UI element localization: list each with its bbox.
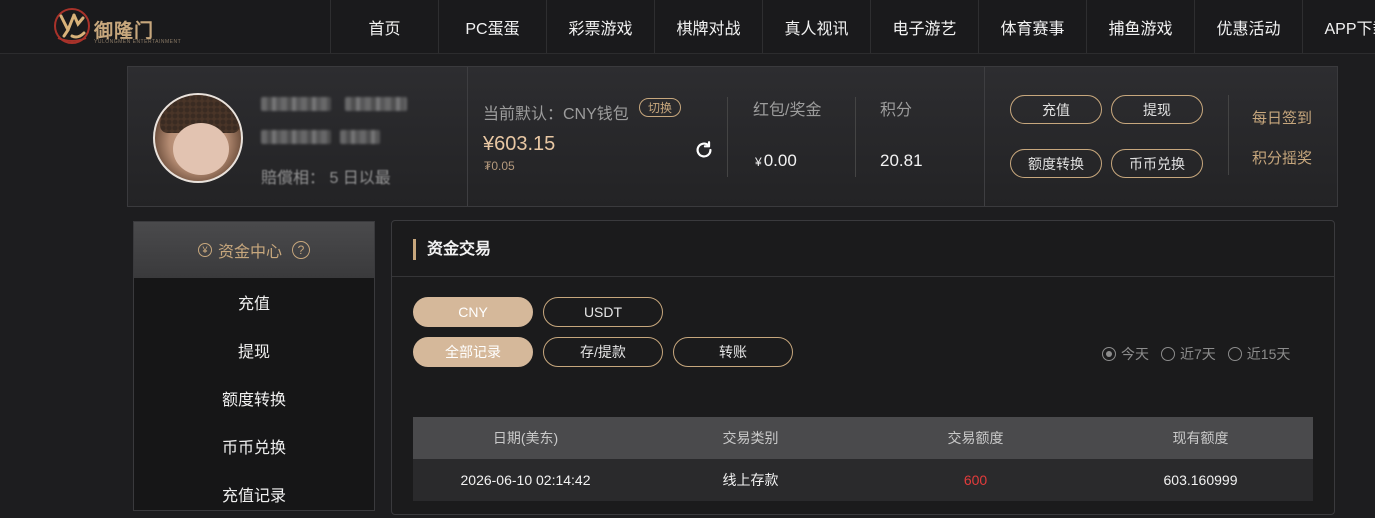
range-15-days-label: 近15天 xyxy=(1246,346,1291,362)
nav-live[interactable]: 真人视讯 xyxy=(762,0,870,53)
sidebar-item-coin-exchange[interactable]: 币币兑换 xyxy=(134,422,374,470)
sidebar: ¥ 资金中心 ? 充值 提现 额度转换 币币兑换 充值记录 xyxy=(133,221,375,511)
points-lottery-link[interactable]: 积分摇奖 xyxy=(1252,147,1312,168)
panel-title: 资金交易 xyxy=(413,239,491,260)
wallet-switch-button[interactable]: 切换 xyxy=(639,98,681,117)
cell-amount: 600 xyxy=(963,472,988,488)
logo-dragon-icon xyxy=(54,8,90,44)
daily-checkin-link[interactable]: 每日签到 xyxy=(1252,107,1312,128)
top-navbar: 御隆门 YULONGMEN ENTERTAINMENT 首页 PC蛋蛋 彩票游戏… xyxy=(0,0,1375,54)
coin-icon: ¥ xyxy=(197,243,212,257)
user-level-value-blurred xyxy=(340,130,380,144)
tab-usdt[interactable]: USDT xyxy=(543,297,663,327)
user-level-blurred xyxy=(261,130,331,144)
header-type: 交易类别 xyxy=(722,430,779,446)
bonus-value: ¥0.00 xyxy=(755,151,797,171)
sidebar-title: 资金中心 xyxy=(217,244,282,261)
header-date: 日期(美东) xyxy=(492,430,559,446)
radio-checked-icon xyxy=(1102,347,1116,361)
points-label: 积分 xyxy=(880,102,913,119)
main-nav: 首页 PC蛋蛋 彩票游戏 棋牌对战 真人视讯 电子游艺 体育赛事 捕鱼游戏 优惠… xyxy=(330,0,1375,53)
refresh-icon[interactable] xyxy=(693,139,715,161)
actions-divider xyxy=(984,67,985,206)
table-header: 日期(美东) 交易类别 交易额度 现有额度 xyxy=(413,417,1313,459)
header-amount: 交易额度 xyxy=(947,430,1004,446)
transactions-table: 日期(美东) 交易类别 交易额度 现有额度 2026-06-10 02:14:4… xyxy=(413,417,1313,501)
nav-lottery[interactable]: 彩票游戏 xyxy=(546,0,654,53)
range-today-label: 今天 xyxy=(1121,346,1149,362)
sidebar-item-withdraw[interactable]: 提现 xyxy=(134,326,374,374)
bonus-amount: 0.00 xyxy=(763,151,797,170)
cell-balance: 603.160999 xyxy=(1163,472,1238,488)
deposit-button[interactable]: 充值 xyxy=(1010,95,1102,124)
wallet-usdt-balance: ₮0.05 xyxy=(484,159,515,173)
nav-sports[interactable]: 体育赛事 xyxy=(978,0,1086,53)
help-icon[interactable]: ? xyxy=(292,241,310,259)
username-blurred xyxy=(261,97,331,111)
tab-cny[interactable]: CNY xyxy=(413,297,533,327)
nav-app-download[interactable]: APP下载 xyxy=(1302,0,1375,53)
avatar-face xyxy=(173,123,229,175)
bonus-label: 红包/奖金 xyxy=(753,102,822,119)
tab-transfer[interactable]: 转账 xyxy=(673,337,793,367)
stat-divider-2 xyxy=(855,97,856,177)
nav-fishing[interactable]: 捕鱼游戏 xyxy=(1086,0,1194,53)
profile-card: 賠償相： 5 日以最 当前默认：CNY钱包 切换 ¥603.15 ₮0.05 红… xyxy=(127,66,1338,207)
stat-divider-1 xyxy=(727,97,728,177)
links-divider xyxy=(1228,95,1229,175)
nav-home[interactable]: 首页 xyxy=(330,0,438,53)
tab-all-records[interactable]: 全部记录 xyxy=(413,337,533,367)
logo-subtitle: YULONGMEN ENTERTAINMENT xyxy=(94,39,182,45)
range-7-days-label: 近7天 xyxy=(1180,346,1216,362)
username-value-blurred xyxy=(345,97,407,111)
panel-title-divider xyxy=(392,276,1334,277)
sidebar-item-deposit[interactable]: 充值 xyxy=(134,278,374,326)
table-row[interactable]: 2026-06-10 02:14:42 线上存款 600 603.160999 xyxy=(413,459,1313,501)
coin-exchange-button[interactable]: 币币兑换 xyxy=(1111,149,1203,178)
sidebar-header: ¥ 资金中心 ? xyxy=(134,222,374,278)
site-logo[interactable]: 御隆门 YULONGMEN ENTERTAINMENT xyxy=(52,6,181,46)
cell-type: 线上存款 xyxy=(722,472,779,488)
avatar[interactable] xyxy=(153,93,243,183)
bonus-currency: ¥ xyxy=(755,155,762,169)
sidebar-item-transfer[interactable]: 额度转换 xyxy=(134,374,374,422)
nav-chess[interactable]: 棋牌对战 xyxy=(654,0,762,53)
range-15-days[interactable]: 近15天 xyxy=(1227,344,1291,364)
range-today[interactable]: 今天 xyxy=(1102,344,1149,364)
cell-date: 2026-06-10 02:14:42 xyxy=(460,472,591,488)
header-balance: 现有额度 xyxy=(1172,430,1229,446)
wallet-label: 当前默认：CNY钱包 xyxy=(483,106,629,123)
user-info-line: 賠償相： 5 日以最 xyxy=(261,170,391,187)
withdraw-button[interactable]: 提现 xyxy=(1111,95,1203,124)
funds-panel: 资金交易 CNY USDT 全部记录 存/提款 转账 今天 近7天 近15天 日… xyxy=(391,220,1335,515)
sidebar-item-deposit-records[interactable]: 充值记录 xyxy=(134,470,374,518)
tab-deposit-withdraw[interactable]: 存/提款 xyxy=(543,337,663,367)
profile-divider xyxy=(467,67,468,206)
points-value: 20.81 xyxy=(880,151,923,170)
date-range-filter: 今天 近7天 近15天 xyxy=(1102,344,1290,364)
radio-unchecked-icon xyxy=(1227,347,1242,361)
nav-slots[interactable]: 电子游艺 xyxy=(870,0,978,53)
range-7-days[interactable]: 近7天 xyxy=(1161,344,1216,364)
nav-pc-egg[interactable]: PC蛋蛋 xyxy=(438,0,546,53)
nav-promotions[interactable]: 优惠活动 xyxy=(1194,0,1302,53)
wallet-balance: ¥603.15 xyxy=(483,133,556,155)
transfer-button[interactable]: 额度转换 xyxy=(1010,149,1102,178)
radio-unchecked-icon xyxy=(1161,347,1175,361)
